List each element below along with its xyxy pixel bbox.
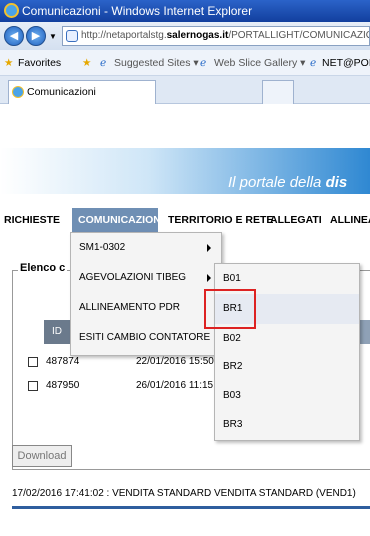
ie-logo-icon (4, 3, 19, 18)
window-title-bar: Comunicazioni - Windows Internet Explore… (0, 0, 370, 22)
footer-divider (12, 506, 370, 509)
suggested-sites-link[interactable]: Suggested Sites ▾ (114, 50, 199, 75)
net-portal-link[interactable]: NET@POR (322, 50, 370, 75)
menu-comunicazioni[interactable]: COMUNICAZIONI (72, 208, 164, 232)
favorites-bar: ★ Favorites ★ ℯ Suggested Sites ▾ ℯ Web … (0, 50, 370, 76)
row-checkbox[interactable] (28, 381, 38, 391)
main-menu: RICHIESTE COMUNICAZIONI TERRITORIO E RET… (0, 208, 370, 232)
portal-title-text: Il portale della (228, 174, 326, 191)
dropdown-item-esiti-cambio-contatore[interactable]: ESITI CAMBIO CONTATORE (71, 323, 221, 353)
favorites-star-icon[interactable]: ★ (4, 50, 13, 75)
net-portal-icon: ℯ (310, 57, 317, 69)
dropdown-item-label: SM1-0302 (79, 242, 126, 253)
tab-title: Comunicazioni (27, 86, 96, 98)
history-dropdown-icon[interactable]: ▼ (49, 32, 57, 41)
portal-title: Il portale della dis (228, 174, 347, 191)
br1-highlight-box (204, 289, 256, 329)
tab-comunicazioni[interactable]: Comunicazioni (8, 80, 156, 104)
portal-title-bold: dis (325, 174, 348, 191)
menu-allinea[interactable]: ALLINEA (330, 208, 370, 232)
dropdown-item-label: ALLINEAMENTO PDR (79, 302, 180, 313)
dropdown-item-allineamento-pdr[interactable]: ALLINEAMENTO PDR (71, 293, 221, 323)
dropdown-item-label: AGEVOLAZIONI TIBEG (79, 272, 187, 283)
address-path: /PORTALLIGHT/COMUNICAZIONI (228, 30, 370, 41)
section-title: Elenco c (18, 262, 68, 274)
row-checkbox[interactable] (28, 357, 38, 367)
session-status: 17/02/2016 17:41:02 : VENDITA STANDARD V… (12, 488, 356, 499)
back-button[interactable]: ◀ (4, 26, 24, 46)
submenu-item-br2[interactable]: BR2 (215, 352, 359, 382)
download-button[interactable]: Download (12, 445, 72, 467)
tab-ie-icon (12, 86, 24, 98)
dropdown-item-agevolazioni-tibeg[interactable]: AGEVOLAZIONI TIBEG (71, 263, 221, 293)
new-tab-button[interactable] (262, 80, 294, 104)
web-slice-gallery-link[interactable]: Web Slice Gallery ▾ (214, 50, 305, 75)
suggested-sites-icon: ℯ (100, 57, 107, 69)
submenu-arrow-icon (207, 244, 211, 252)
menu-richieste[interactable]: RICHIESTE (4, 208, 60, 232)
web-slice-icon: ℯ (200, 57, 207, 69)
submenu-arrow-icon (207, 274, 211, 282)
comunicazioni-dropdown: SM1-0302 AGEVOLAZIONI TIBEG ALLINEAMENTO… (70, 232, 222, 356)
row-id: 487950 (46, 380, 80, 391)
forward-button[interactable]: ▶ (26, 26, 46, 46)
address-bar[interactable]: http://netaportalstg.salernogas.it/PORTA… (62, 26, 370, 46)
menu-territorio-e-rete[interactable]: TERRITORIO E RETE (168, 208, 273, 232)
tab-bar: Comunicazioni (0, 76, 370, 104)
navigation-bar: ◀ ▶ ▼ http://netaportalstg.salernogas.it… (0, 22, 370, 50)
favorites-button[interactable]: Favorites (18, 50, 61, 75)
menu-allegati[interactable]: ALLEGATI (270, 208, 322, 232)
submenu-item-b03[interactable]: B03 (215, 381, 359, 411)
table-header-id[interactable]: ID (44, 320, 70, 344)
window-title: Comunicazioni - Windows Internet Explore… (22, 4, 253, 18)
submenu-item-br3[interactable]: BR3 (215, 410, 359, 440)
dropdown-item-sm1-0302[interactable]: SM1-0302 (71, 233, 221, 263)
page-icon (66, 30, 78, 42)
dropdown-item-label: ESITI CAMBIO CONTATORE (79, 332, 211, 343)
address-prefix: http://netaportalstg. (81, 30, 167, 41)
address-domain: salernogas.it (166, 30, 229, 41)
add-favorites-icon[interactable]: ★ (82, 50, 91, 75)
